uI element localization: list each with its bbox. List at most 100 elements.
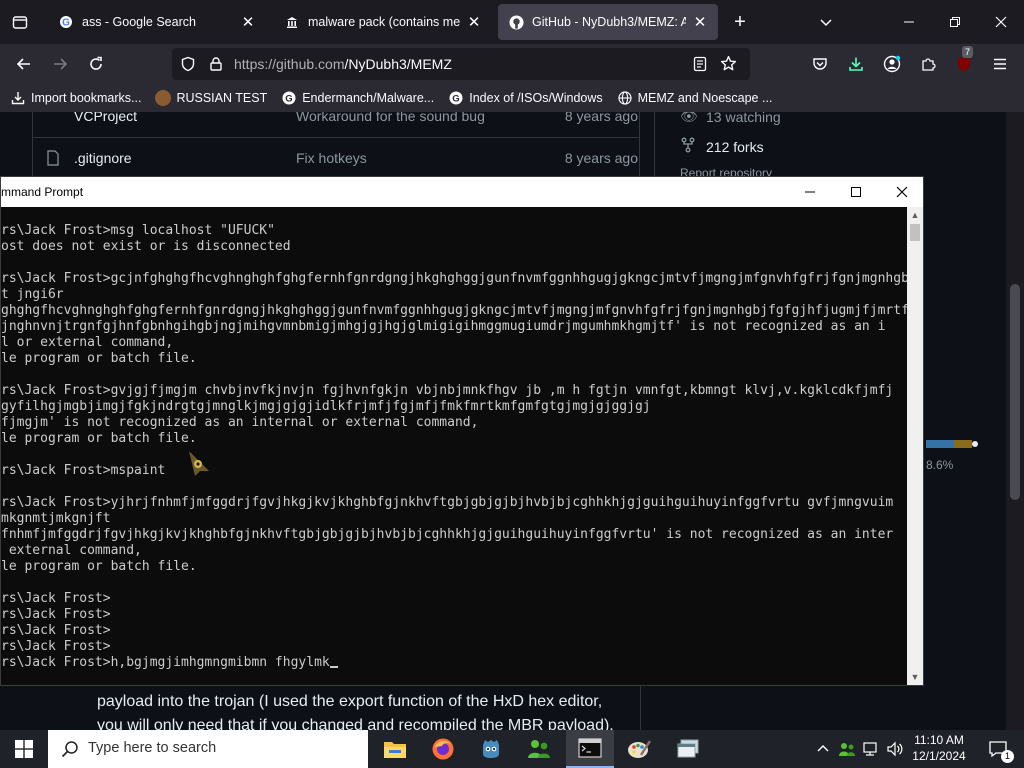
console-line: rs\Jack Frost>yjhrjfnhmfjmfggdrjfgvjhkgj…: [1, 495, 894, 510]
console-input-line[interactable]: rs\Jack Frost>h,bgjmgjimhgmngmibmn fhgyl…: [1, 655, 907, 671]
show-hidden-icons-button[interactable]: [814, 730, 832, 768]
action-center-button[interactable]: 1: [978, 730, 1018, 768]
close-tab-icon[interactable]: ✕: [466, 13, 482, 31]
cmd-scrollbar[interactable]: ▲ ▼: [907, 207, 923, 685]
lock-icon[interactable]: [208, 56, 224, 72]
bookmark-russian-test[interactable]: RUSSIAN TEST: [155, 90, 267, 106]
taskbar-file-explorer[interactable]: [371, 730, 419, 768]
account-icon: [883, 55, 901, 73]
taskbar-paint[interactable]: [615, 730, 663, 768]
tab-malware-pack[interactable]: malware pack (contains memz) ✕: [274, 4, 492, 40]
list-all-tabs-button[interactable]: [814, 10, 838, 34]
close-tab-icon[interactable]: ✕: [240, 13, 256, 31]
file-row-gitignore[interactable]: .gitignore Fix hotkeys 8 years ago: [32, 137, 640, 177]
tracking-protection-icon[interactable]: [180, 56, 196, 72]
cmd-scrollbar-thumb[interactable]: [910, 224, 920, 241]
console-line: le program or batch file.: [1, 431, 197, 446]
watching-link[interactable]: 👁 13 watching: [680, 112, 781, 125]
bookmark-endermanch[interactable]: G Endermanch/Malware...: [281, 90, 434, 106]
search-placeholder: Type here to search: [88, 740, 217, 756]
scroll-up-icon[interactable]: ▲: [907, 207, 923, 223]
console-line: le program or batch file.: [1, 351, 197, 366]
browser-tab-strip: G ass - Google Search ✕ malware pack (co…: [0, 0, 1024, 44]
new-tab-button[interactable]: +: [728, 10, 752, 34]
ublock-extension-button[interactable]: 7: [952, 46, 976, 76]
readme-line: payload into the trojan (I used the expo…: [97, 693, 603, 710]
commit-message[interactable]: Fix hotkeys: [296, 150, 367, 166]
url-text[interactable]: https://github.com/NyDubh3/MEMZ: [234, 56, 452, 72]
console-line: gyfilhgjmgbjimgjfgkjndrgtgjmnglkjmgjgjgj…: [1, 399, 651, 414]
reader-view-icon[interactable]: [692, 56, 708, 72]
bookmark-memz-noescape[interactable]: MEMZ and Noescape ...: [617, 90, 772, 106]
folder-icon: [384, 742, 406, 758]
taskbar-clock[interactable]: 11:10 AM 12/1/2024: [905, 732, 973, 764]
close-tab-icon[interactable]: ✕: [692, 13, 708, 31]
downloads-button[interactable]: [844, 52, 868, 76]
restore-button[interactable]: [932, 0, 978, 44]
tray-people-app[interactable]: [836, 730, 858, 768]
console-line: rs\Jack Frost>: [1, 591, 111, 606]
taskbar-godot[interactable]: [467, 730, 515, 768]
cmd-minimize-button[interactable]: [787, 177, 833, 207]
tray-network[interactable]: [860, 730, 882, 768]
archive-icon: [284, 14, 300, 30]
console-line: rs\Jack Frost>: [1, 639, 111, 654]
app-menu-button[interactable]: [988, 52, 1012, 76]
back-button[interactable]: [12, 52, 36, 76]
tab-github-memz[interactable]: GitHub - NyDubh3/MEMZ: A tr ✕: [498, 4, 718, 40]
reload-icon: [90, 56, 102, 70]
tab-overview-button[interactable]: [8, 10, 32, 34]
cmd-console-output[interactable]: rs\Jack Frost>msg localhost "UFUCK" ost …: [1, 207, 907, 685]
window-stack-icon: [677, 739, 699, 758]
taskbar-command-prompt[interactable]: [566, 730, 614, 768]
terminal-icon: [578, 738, 602, 758]
pocket-icon: [813, 58, 827, 70]
bookmark-star-icon[interactable]: [720, 55, 737, 71]
taskbar-green-app[interactable]: [515, 730, 563, 768]
cursor-warning-icon: [187, 449, 211, 482]
cmd-close-button[interactable]: [879, 177, 925, 207]
svg-text:G: G: [286, 94, 293, 105]
console-line: rs\Jack Frost>: [1, 623, 111, 638]
address-bar[interactable]: https://github.com/NyDubh3/MEMZ: [172, 48, 750, 80]
reload-button[interactable]: [84, 52, 108, 76]
forward-button[interactable]: [48, 52, 72, 76]
tab-title: malware pack (contains memz): [308, 15, 460, 29]
command-prompt-window[interactable]: mmand Prompt rs\Jack Frost>msg localhost…: [0, 176, 924, 686]
console-line: ghghgfhcvghnghghfghgfernhfgnrdgngjhkghgh…: [1, 303, 907, 318]
windows-taskbar: Type here to search 11:10 AM 12/1/2024 1: [0, 730, 1024, 768]
taskbar-search-box[interactable]: Type here to search: [48, 730, 368, 768]
extensions-button[interactable]: [916, 52, 940, 76]
minimize-button[interactable]: [886, 0, 932, 44]
file-row-vcproject[interactable]: VCProject Workaround for the sound bug 8…: [32, 112, 640, 136]
taskbar-firefox[interactable]: [419, 730, 467, 768]
file-name[interactable]: .gitignore: [74, 150, 132, 166]
maximize-icon: [851, 187, 861, 197]
tray-volume[interactable]: [884, 730, 906, 768]
cmd-title-bar[interactable]: mmand Prompt: [1, 177, 923, 207]
tab-google-search[interactable]: G ass - Google Search ✕: [48, 4, 266, 40]
pocket-button[interactable]: [808, 52, 832, 76]
cmd-maximize-button[interactable]: [833, 177, 879, 207]
file-name[interactable]: VCProject: [74, 112, 137, 124]
commit-message[interactable]: Workaround for the sound bug: [296, 112, 485, 124]
people-icon: [839, 743, 855, 756]
commit-age: 8 years ago: [564, 112, 638, 124]
page-scrollbar[interactable]: [1006, 112, 1024, 730]
bookmark-isos-windows[interactable]: G Index of /ISOs/Windows: [448, 90, 603, 106]
close-window-button[interactable]: [978, 0, 1024, 44]
taskbar-window-app[interactable]: [664, 730, 712, 768]
page-scrollbar-thumb[interactable]: [1010, 284, 1020, 500]
clock-time: 11:10 AM: [914, 733, 964, 747]
scroll-down-icon[interactable]: ▼: [907, 669, 923, 685]
start-button[interactable]: [0, 730, 48, 768]
extension-badge: 7: [962, 46, 974, 58]
tab-title: GitHub - NyDubh3/MEMZ: A tr: [532, 15, 686, 29]
url-path: /NyDubh3/MEMZ: [344, 56, 452, 72]
bookmark-import[interactable]: Import bookmarks...: [10, 90, 141, 106]
forks-link[interactable]: 212 forks: [680, 137, 764, 156]
account-button[interactable]: [880, 52, 904, 76]
bookmarks-toolbar: Import bookmarks... RUSSIAN TEST G Ender…: [0, 84, 1024, 112]
close-icon: [896, 186, 908, 198]
